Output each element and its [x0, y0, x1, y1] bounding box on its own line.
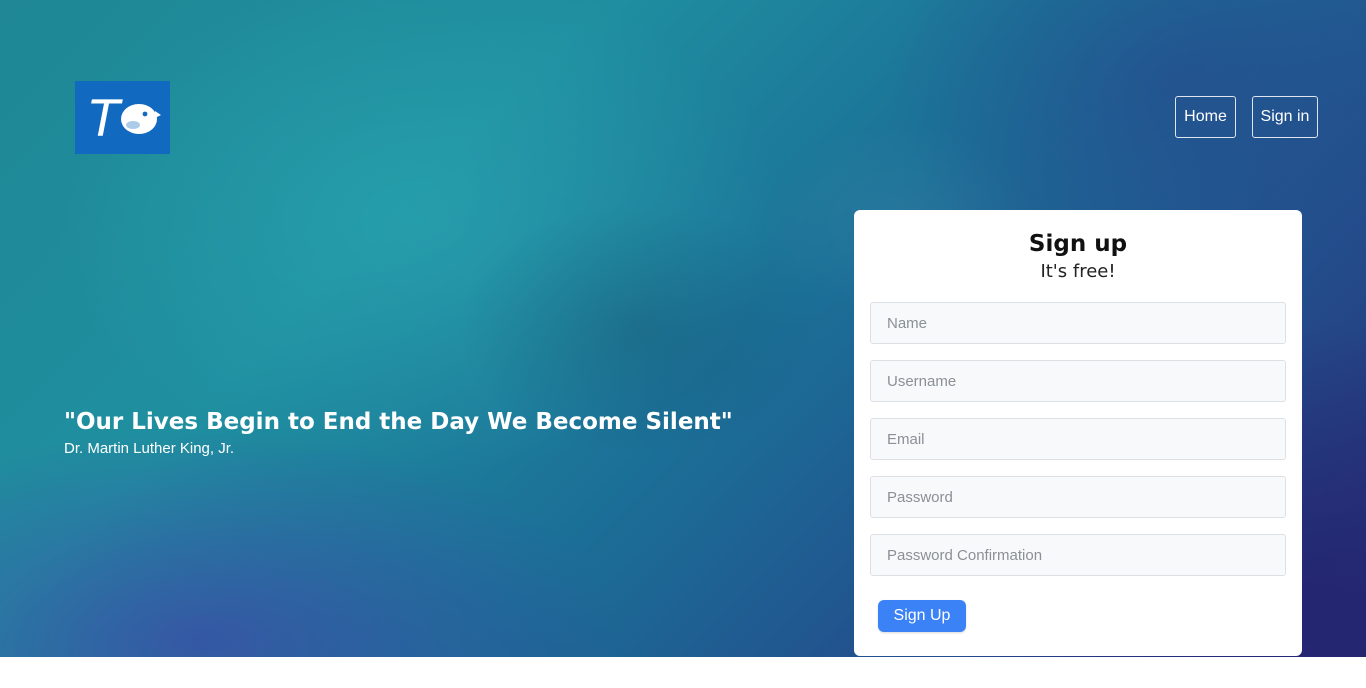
signup-subtitle: It's free!	[1040, 261, 1116, 282]
quote-block: "Our Lives Begin to End the Day We Becom…	[64, 407, 733, 459]
sign-in-button[interactable]: Sign in	[1252, 96, 1318, 138]
password-confirmation-field[interactable]	[870, 534, 1286, 576]
username-field[interactable]	[870, 360, 1286, 402]
home-button[interactable]: Home	[1175, 96, 1236, 138]
hero-background: T Home Sign in "Our Lives Begin to End t…	[0, 0, 1366, 657]
name-field[interactable]	[870, 302, 1286, 344]
quote-author: Dr. Martin Luther King, Jr.	[64, 440, 235, 457]
bird-icon: T	[89, 90, 161, 148]
email-field[interactable]	[870, 418, 1286, 460]
sign-up-button[interactable]: Sign Up	[878, 600, 966, 632]
app-logo[interactable]: T	[75, 81, 170, 154]
signup-card: Sign up It's free! Sign Up	[854, 210, 1302, 656]
quote-text: "Our Lives Begin to End the Day We Becom…	[64, 409, 733, 435]
logo-letter: T	[89, 90, 123, 148]
signup-title: Sign up	[1028, 231, 1128, 257]
password-field[interactable]	[870, 476, 1286, 518]
